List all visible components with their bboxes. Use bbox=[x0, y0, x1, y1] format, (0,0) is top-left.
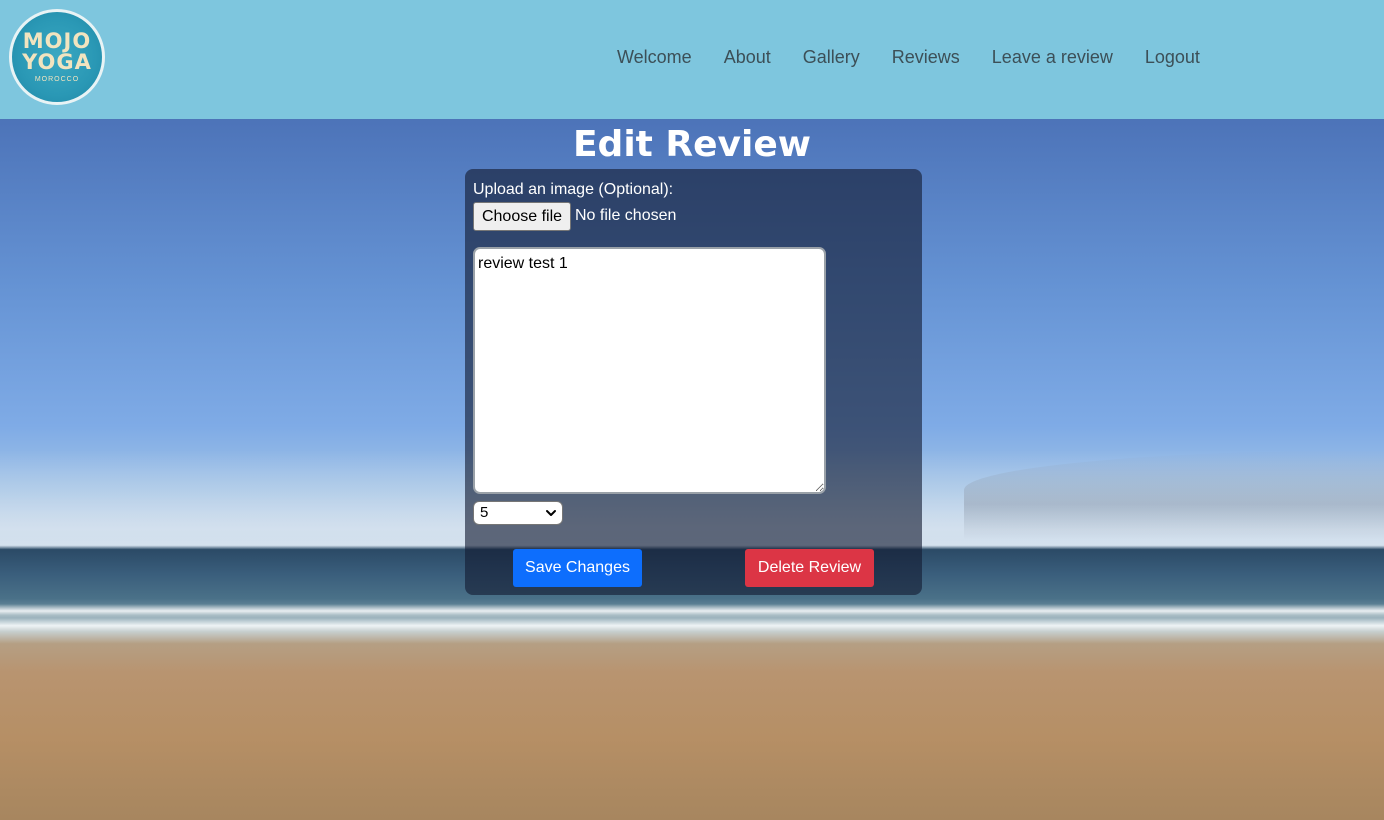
choose-file-button[interactable]: Choose file bbox=[473, 202, 571, 231]
page-title: Edit Review bbox=[572, 124, 812, 165]
delete-review-button[interactable]: Delete Review bbox=[745, 549, 874, 587]
logo-text-line1: MOJO bbox=[22, 29, 92, 53]
chevron-down-icon bbox=[546, 510, 556, 516]
file-status-text: No file chosen bbox=[575, 207, 677, 224]
nav-link-logout[interactable]: Logout bbox=[1145, 45, 1200, 69]
nav-link-leave-a-review[interactable]: Leave a review bbox=[992, 45, 1113, 69]
rating-selected-value: 5 bbox=[480, 504, 489, 521]
logo-text-line2: YOGA bbox=[22, 50, 92, 74]
nav-link-reviews[interactable]: Reviews bbox=[892, 45, 960, 69]
upload-image-label: Upload an image (Optional): bbox=[473, 181, 674, 198]
mojo-yoga-logo[interactable]: MOJO YOGA MOROCCO bbox=[9, 9, 105, 105]
save-changes-button[interactable]: Save Changes bbox=[513, 549, 642, 587]
review-textarea[interactable]: review test 1 bbox=[473, 247, 826, 494]
nav-link-gallery[interactable]: Gallery bbox=[803, 45, 860, 69]
nav-link-welcome[interactable]: Welcome bbox=[617, 45, 692, 69]
nav-link-about[interactable]: About bbox=[724, 45, 771, 69]
edit-review-form: Upload an image (Optional): Choose file … bbox=[465, 169, 922, 595]
main-nav: Welcome About Gallery Reviews Leave a re… bbox=[617, 45, 1232, 69]
site-header: MOJO YOGA MOROCCO Welcome About Gallery … bbox=[0, 0, 1384, 119]
logo-text-line3: MOROCCO bbox=[34, 76, 80, 83]
rating-select[interactable]: 5 bbox=[473, 501, 563, 525]
wave-foam bbox=[0, 604, 1384, 618]
